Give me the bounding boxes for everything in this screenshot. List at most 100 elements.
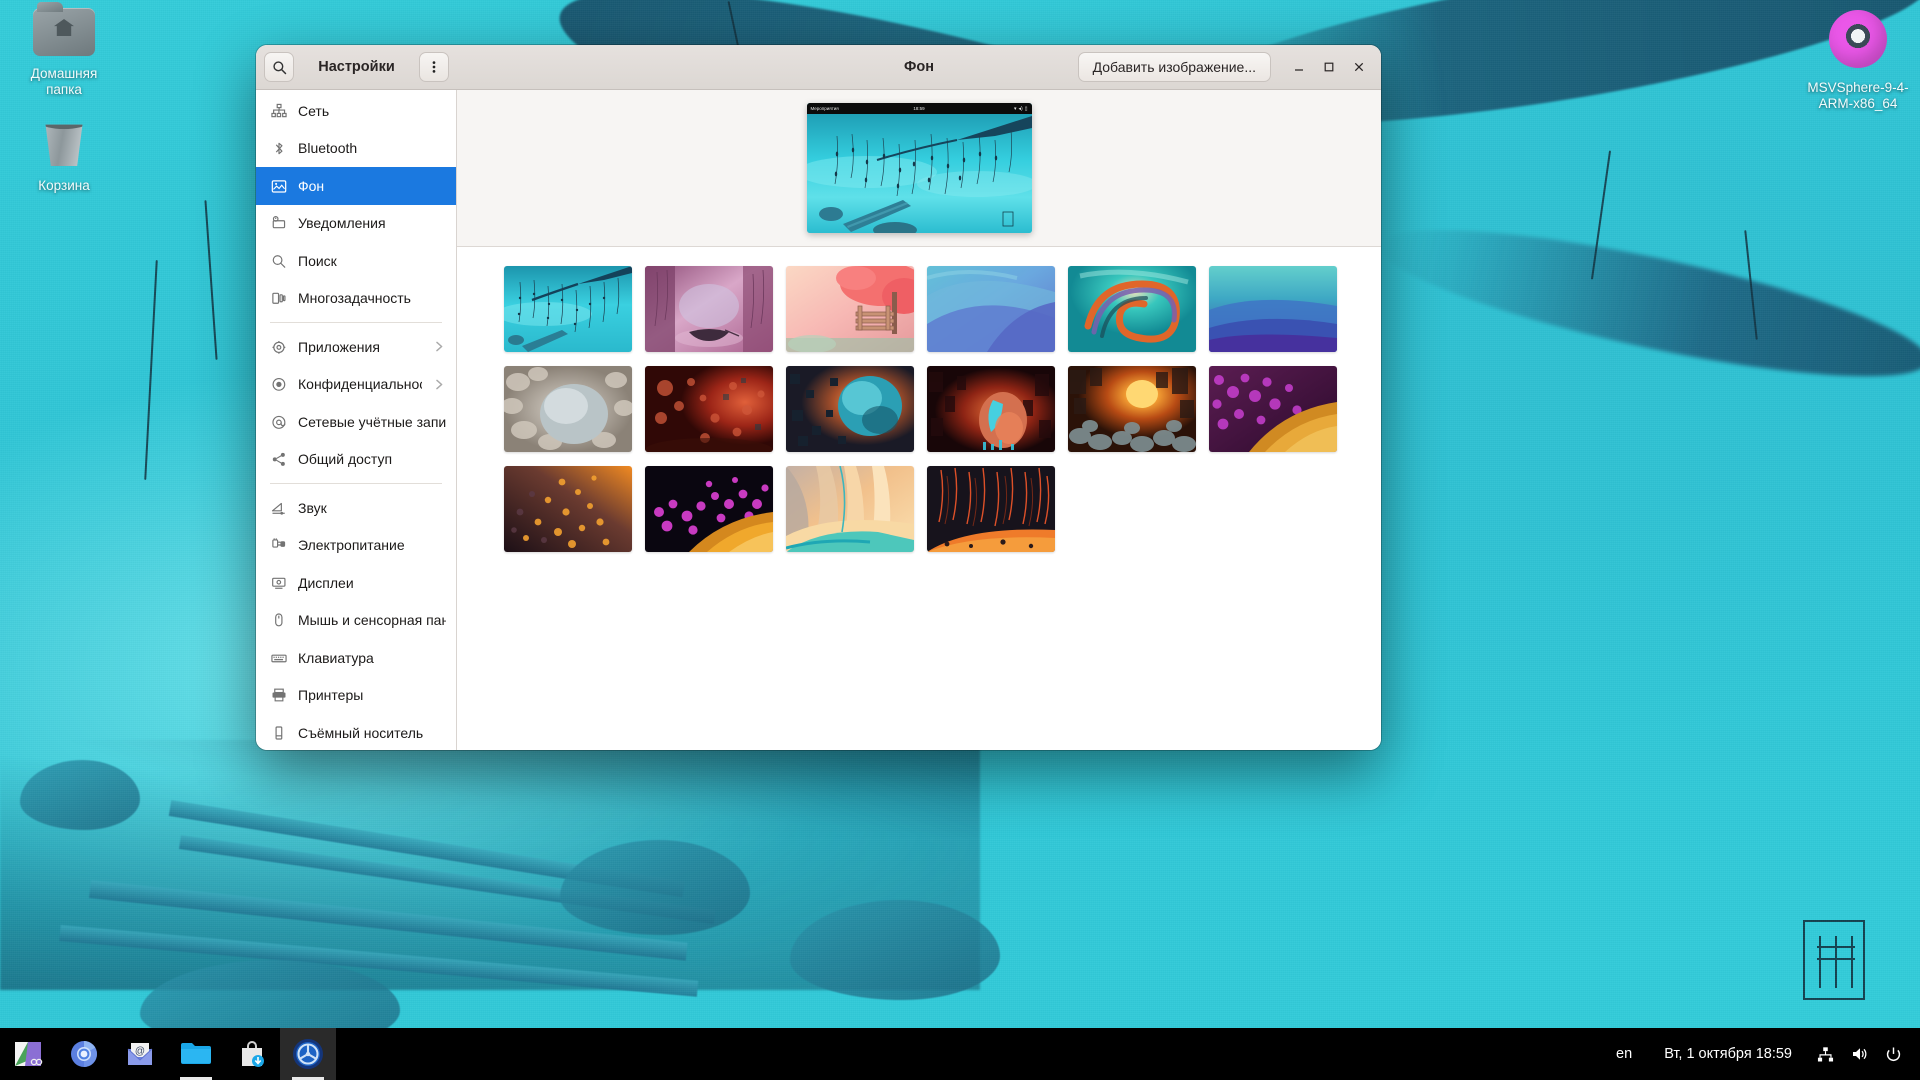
sidebar-item-label: Приложения [298,339,422,355]
wallpaper-thumb-red-tunnel-sphere[interactable] [927,366,1055,452]
wallpaper-thumb-red-bubble-field[interactable] [645,366,773,452]
wallpaper-thumb-dark-ember-roots[interactable] [927,466,1055,552]
sidebar-item-сетевые-учётные-записи[interactable]: Сетевые учётные записи [256,403,456,441]
minimize-button[interactable] [1285,53,1313,81]
wallpaper-thumb-image [1209,266,1337,352]
wallpaper-thumb-image [927,366,1055,452]
main-menu-button[interactable] [419,52,449,82]
wallpaper-thumb-pink-bench-blossom[interactable] [786,266,914,352]
sidebar-item-поиск[interactable]: Поиск [256,242,456,280]
keyboard-layout-indicator[interactable]: en [1600,1046,1648,1062]
multitasking-icon [270,290,287,307]
maximize-button[interactable] [1315,53,1343,81]
sidebar-item-многозадачность[interactable]: Многозадачность [256,280,456,318]
search-button[interactable] [264,52,294,82]
sidebar-item-общий-доступ[interactable]: Общий доступ [256,441,456,479]
mouse-icon [270,612,287,629]
taskbar-item-file-manager[interactable] [168,1028,224,1080]
window-body: Сеть Bluetooth ФонУведомления Поиск Многозад… [256,90,1381,750]
sidebar-item-дисплеи[interactable]: Дисплеи [256,564,456,602]
window-titlebar[interactable]: Настройки Фон Добавить изображение... [256,45,1381,90]
wallpaper-thumb-blue-wave-gradient[interactable] [1209,266,1337,352]
wallpaper-grid [457,266,1381,552]
wallpaper-thumb-image [1068,266,1196,352]
sidebar-item-мышь-и-сенсорная-панель[interactable]: Мышь и сенсорная панель [256,602,456,640]
wallpaper-thumb-purple-gold-dunes[interactable] [1209,366,1337,452]
background-panel: Мероприятия 18:59 ▾ ◂) ▯ [457,90,1381,750]
sidebar-separator [270,322,442,323]
sidebar-item-клавиатура[interactable]: Клавиатура [256,639,456,677]
wallpaper-grid-area [457,247,1381,750]
sidebar-item-принтеры[interactable]: Принтеры [256,677,456,715]
search-icon [270,252,287,269]
sidebar-item-bluetooth[interactable]: Bluetooth [256,130,456,168]
wallpaper-thumb-image [1068,366,1196,452]
preview-scene [807,114,1032,233]
wallpaper-thumb-pink-boat-lake[interactable] [645,266,773,352]
titlebar-left-section: Настройки [256,52,457,82]
sidebar-item-label: Bluetooth [298,140,446,156]
network-status-button[interactable] [1808,1028,1842,1080]
desktop-icon-trash[interactable]: Корзина [12,118,116,194]
power-icon [1885,1046,1902,1063]
wallpaper-thumb-peach-teal-folds[interactable] [786,466,914,552]
files-app-icon [13,1039,43,1069]
desktop-icon-label: Корзина [12,178,116,194]
network-icon [270,102,287,119]
wallpaper-thumb-image [504,266,632,352]
sidebar-item-label: Съёмный носитель [298,725,446,741]
background-icon [270,177,287,194]
wallpaper-thumb-magenta-bubbles-gold[interactable] [645,466,773,552]
preview-clock: 18:59 [807,106,1032,111]
wallpaper-thumb-sand-pearl-sphere[interactable] [504,366,632,452]
wallpaper-thumb-willow-lake-blue[interactable] [504,266,632,352]
wallpaper-thumb-image [786,466,914,552]
close-button[interactable] [1345,53,1373,81]
wallpaper-thumb-image [927,466,1055,552]
wallpaper-thumb-image [504,366,632,452]
taskbar-item-mail-app[interactable]: @ [112,1028,168,1080]
sidebar-item-label: Клавиатура [298,650,446,666]
clock[interactable]: Вт, 1 октября 18:59 [1648,1046,1808,1062]
folder-icon [180,1040,212,1068]
taskbar-item-settings-app[interactable] [280,1028,336,1080]
volume-button[interactable] [1842,1028,1876,1080]
wallpaper-preview: Мероприятия 18:59 ▾ ◂) ▯ [807,103,1032,233]
sidebar-item-label: Электропитание [298,537,446,553]
sidebar-item-сеть[interactable]: Сеть [256,92,456,130]
desktop-icon-iso-disc[interactable]: MSVSphere-9-4- ARM-x86_64 [1798,10,1918,112]
sidebar-item-конфиденциальность[interactable]: Конфиденциальность [256,366,456,404]
wallpaper-thumb-teal-sphere-blocks[interactable] [786,366,914,452]
sidebar-item-уведомления[interactable]: Уведомления [256,205,456,243]
svg-text:@: @ [135,1046,145,1057]
power-button[interactable] [1876,1028,1910,1080]
sidebar-item-звук[interactable]: Звук [256,489,456,527]
home-folder-icon [33,8,95,58]
network-icon [1817,1046,1834,1063]
sidebar-item-электропитание[interactable]: Электропитание [256,527,456,565]
desktop: Домашняя папка Корзина MSVSphere-9-4- AR… [0,0,1920,1080]
add-image-button[interactable]: Добавить изображение... [1078,52,1271,82]
wallpaper-thumb-blue-silk-waves[interactable] [927,266,1055,352]
taskbar-status-area: en Вт, 1 октября 18:59 [1600,1028,1920,1080]
wallpaper-thumb-amber-bubbles-dark[interactable] [504,466,632,552]
wallpaper-thumb-orange-cave-sunset[interactable] [1068,366,1196,452]
titlebar-right-section: Фон Добавить изображение... [457,52,1381,82]
taskbar-item-software-center[interactable] [224,1028,280,1080]
desktop-icon-home-folder[interactable]: Домашняя папка [12,8,116,98]
wallpaper-preview-band: Мероприятия 18:59 ▾ ◂) ▯ [457,90,1381,247]
sidebar-item-label: Поиск [298,253,446,269]
sidebar-item-приложения[interactable]: Приложения [256,328,456,366]
sidebar-item-фон[interactable]: Фон [256,167,456,205]
taskbar-item-chromium-browser[interactable] [56,1028,112,1080]
chevron-right-icon [433,378,446,391]
taskbar-item-files-app[interactable] [0,1028,56,1080]
window-controls [1285,53,1373,81]
sidebar-item-label: Мышь и сенсорная панель [298,612,446,628]
taskbar: @ [0,1028,1920,1080]
wallpaper-thumb-teal-orange-swirl[interactable] [1068,266,1196,352]
removable-media-icon [270,724,287,741]
sidebar-list: Сеть Bluetooth ФонУведомления Поиск Многозад… [256,90,456,750]
desktop-icon-label-2: ARM-x86_64 [1798,96,1918,112]
sidebar-item-съёмный-носитель[interactable]: Съёмный носитель [256,714,456,750]
